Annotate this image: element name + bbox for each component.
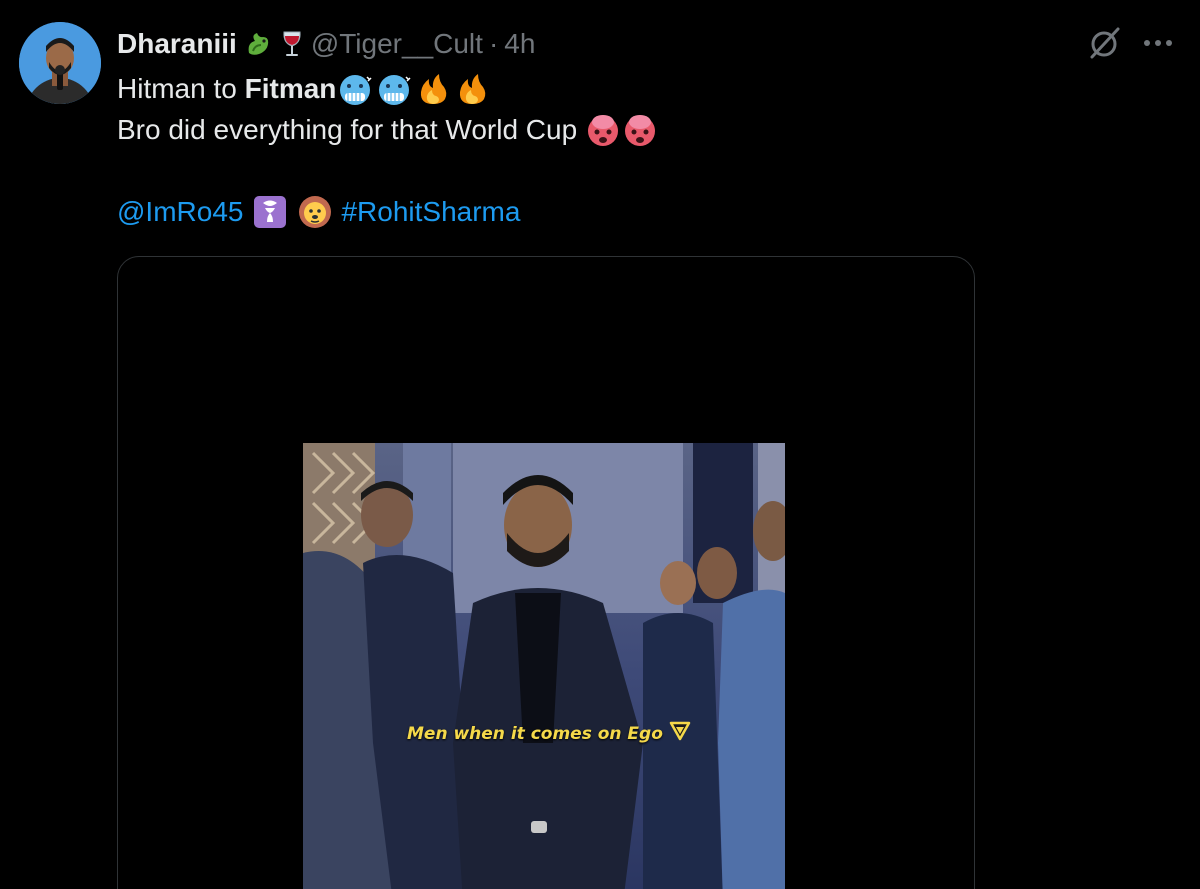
tweet-text: Hitman to Fitman Bro did everything for … <box>117 68 658 232</box>
text-bold-word: Fitman <box>244 73 337 104</box>
cold-face-icon <box>376 71 414 107</box>
lion-icon <box>297 194 333 230</box>
video-caption: Men when it comes on Ego <box>407 721 691 746</box>
more-options-icon[interactable] <box>1142 38 1174 48</box>
grok-icon[interactable] <box>1088 26 1122 60</box>
caption-text: Men when it comes on Ego <box>407 723 663 744</box>
video-thumbnail[interactable]: Men when it comes on Ego <box>303 443 785 889</box>
mention-link[interactable]: @ImRo45 <box>117 191 243 232</box>
goat-sign-icon <box>252 194 288 230</box>
text-line-2-content: Bro did everything for that World Cup <box>117 114 578 145</box>
separator-dot: · <box>488 28 499 59</box>
text-line-1: Hitman to Fitman <box>117 68 658 109</box>
text-blank-line <box>117 150 658 191</box>
hashtag-link[interactable]: #RohitSharma <box>341 191 520 232</box>
wine-glass-icon <box>279 29 305 59</box>
exploding-head-icon <box>585 112 621 148</box>
dragon-icon <box>243 29 273 59</box>
exploding-head-icon <box>622 112 658 148</box>
down-triangle-icon <box>669 721 691 746</box>
cold-face-icon <box>337 71 375 107</box>
avatar[interactable] <box>19 22 101 104</box>
text-line-2: Bro did everything for that World Cup <box>117 109 658 150</box>
text-prefix: Hitman to <box>117 73 245 104</box>
tweet-actions <box>1088 26 1174 60</box>
tweet-page: Dharaniii @Tiger__Cult · 4h Hitman to Fi… <box>0 0 1200 889</box>
timestamp[interactable]: 4h <box>504 28 535 60</box>
fire-icon <box>454 71 492 107</box>
display-name[interactable]: Dharaniii <box>117 28 237 60</box>
tweet-header: Dharaniii @Tiger__Cult · 4h <box>117 24 535 64</box>
author-handle[interactable]: @Tiger__Cult <box>311 28 483 60</box>
fire-icon <box>415 71 453 107</box>
media-card[interactable]: Men when it comes on Ego <box>117 256 975 889</box>
text-line-mentions: @ImRo45 #RohitSharma <box>117 191 658 232</box>
